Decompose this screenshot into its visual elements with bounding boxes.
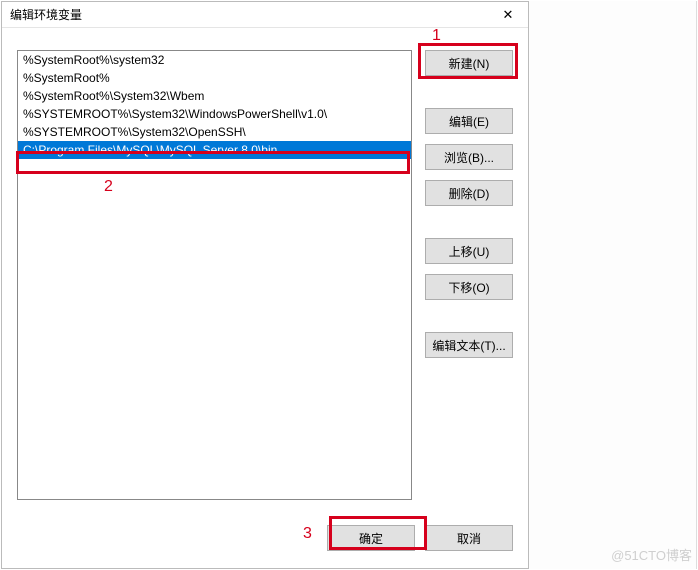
- ok-button[interactable]: 确定: [327, 525, 415, 551]
- list-item[interactable]: %SystemRoot%: [18, 69, 411, 87]
- list-item[interactable]: %SYSTEMROOT%\System32\OpenSSH\: [18, 123, 411, 141]
- browse-button[interactable]: 浏览(B)...: [425, 144, 513, 170]
- new-button-label: 新建(N): [449, 55, 490, 72]
- close-icon: ✕: [503, 7, 514, 23]
- move-up-button-label: 上移(U): [449, 243, 490, 260]
- cancel-button-label: 取消: [457, 530, 481, 547]
- background-panel: [529, 1, 697, 569]
- list-item[interactable]: %SystemRoot%\system32: [18, 51, 411, 69]
- cancel-button[interactable]: 取消: [425, 525, 513, 551]
- new-button[interactable]: 新建(N): [425, 50, 513, 76]
- edit-env-var-dialog: 编辑环境变量 ✕ %SystemRoot%\system32 %SystemRo…: [1, 1, 529, 569]
- move-down-button-label: 下移(O): [448, 279, 489, 296]
- edit-text-button[interactable]: 编辑文本(T)...: [425, 332, 513, 358]
- dialog-content: %SystemRoot%\system32 %SystemRoot% %Syst…: [17, 50, 513, 553]
- move-down-button[interactable]: 下移(O): [425, 274, 513, 300]
- path-listbox[interactable]: %SystemRoot%\system32 %SystemRoot% %Syst…: [17, 50, 412, 500]
- close-button[interactable]: ✕: [488, 2, 528, 28]
- list-item[interactable]: %SYSTEMROOT%\System32\WindowsPowerShell\…: [18, 105, 411, 123]
- button-column: 新建(N) 编辑(E) 浏览(B)... 删除(D) 上移(U) 下移(O) 编…: [425, 50, 513, 358]
- browse-button-label: 浏览(B)...: [444, 149, 494, 166]
- edit-button-label: 编辑(E): [449, 113, 489, 130]
- edit-button[interactable]: 编辑(E): [425, 108, 513, 134]
- dialog-button-row: 确定 取消: [17, 525, 513, 553]
- delete-button-label: 删除(D): [449, 185, 490, 202]
- delete-button[interactable]: 删除(D): [425, 180, 513, 206]
- dialog-title: 编辑环境变量: [10, 6, 82, 23]
- ok-button-label: 确定: [359, 530, 383, 547]
- titlebar: 编辑环境变量 ✕: [2, 2, 528, 28]
- list-item[interactable]: %SystemRoot%\System32\Wbem: [18, 87, 411, 105]
- edit-text-button-label: 编辑文本(T)...: [432, 337, 505, 354]
- list-item-selected[interactable]: C:\Program Files\MySQL\MySQL Server 8.0\…: [18, 141, 411, 159]
- move-up-button[interactable]: 上移(U): [425, 238, 513, 264]
